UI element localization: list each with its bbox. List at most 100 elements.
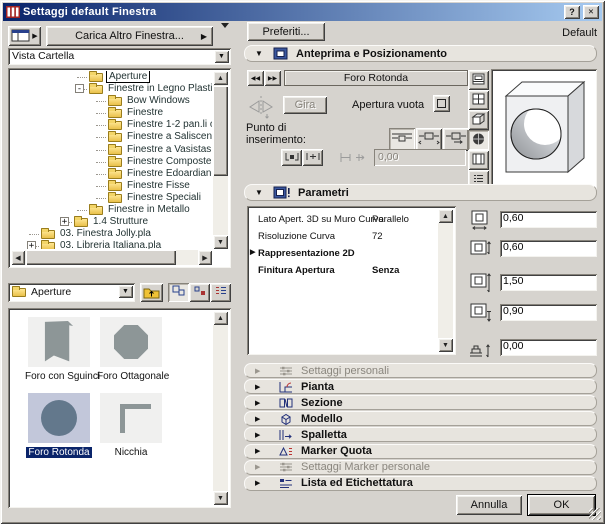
preview-mode-button-3[interactable] (468, 130, 489, 150)
view-mode-button-1[interactable] (189, 283, 210, 302)
scroll-up-icon[interactable]: ▲ (213, 71, 228, 85)
anchor-button-0[interactable] (389, 128, 415, 151)
geometry-value-input-4[interactable] (500, 339, 597, 353)
close-button[interactable]: ✕ (583, 5, 599, 19)
anchor-button-1[interactable] (416, 128, 442, 151)
help-button[interactable]: ? (564, 5, 580, 19)
tree-item-label: Finestre 1-2 pan.li oriz. (125, 119, 212, 130)
collapse-panel-button[interactable] (221, 28, 229, 40)
thumbnail-nicchia[interactable]: Nicchia (95, 393, 167, 458)
panel-lista-ed-etichettatura[interactable]: ▶Lista ed Etichettatura (244, 476, 597, 491)
geometry-value-input-2[interactable] (500, 274, 597, 288)
tree-item-finestre-in-metallo[interactable]: Finestre in Metallo (11, 204, 212, 216)
previous-object-button[interactable]: ◀◀ (247, 70, 264, 86)
thumbnail-foro-con-sguinci[interactable]: Foro con Sguinci (23, 317, 95, 382)
tree-expander-plus-icon[interactable]: + (60, 217, 69, 226)
panel-marker-quota[interactable]: ▶Marker Quota (244, 444, 597, 459)
tree-item-aperture[interactable]: Aperture (11, 71, 212, 83)
tree-item-finestre-1-2-pan-li-oriz[interactable]: Finestre 1-2 pan.li oriz. (11, 119, 212, 131)
tree-expander-minus-icon[interactable]: - (75, 84, 84, 93)
next-object-button[interactable]: ▶▶ (264, 70, 281, 86)
parameter-row-finitura-apertura[interactable]: Finitura AperturaSenza (250, 262, 437, 279)
preview-mode-button-0[interactable] (468, 70, 489, 90)
gira-button[interactable]: Gira (283, 96, 327, 114)
window-title: Settaggi default Finestra (23, 6, 561, 18)
scroll-up-icon[interactable]: ▲ (438, 209, 453, 223)
large-icons-view-icon (172, 285, 186, 300)
geometry-sill-height-icon[interactable] (468, 301, 494, 324)
scroll-up-icon[interactable]: ▲ (213, 311, 228, 325)
tree-item-03-finestra-jolly-pla[interactable]: 03. Finestra Jolly.pla (11, 228, 212, 240)
tree-item-finestre-a-vasistas[interactable]: Finestre a Vasistas (11, 144, 212, 156)
resize-grip[interactable] (589, 508, 601, 520)
panel-spalletta[interactable]: ▶Spalletta (244, 427, 597, 442)
anchor-button-2[interactable] (443, 128, 469, 151)
panel-pianta[interactable]: ▶Pianta (244, 379, 597, 394)
tree-item-finestre-in-legno-plastica[interactable]: -Finestre in Legno Plastica (11, 83, 212, 95)
tree-item-finestre-a-saliscendi[interactable]: Finestre a Saliscendi (11, 131, 212, 143)
scroll-down-icon[interactable]: ▼ (438, 338, 453, 352)
tree-item-finestre-fisse[interactable]: Finestre Fisse (11, 180, 212, 192)
tree-item-finestre-speciali[interactable]: Finestre Speciali (11, 192, 212, 204)
insertion-offset-field[interactable]: 0,00 (374, 149, 466, 166)
insertion-point-button-0[interactable] (281, 149, 302, 166)
panel-sezione[interactable]: ▶Sezione (244, 395, 597, 410)
panel-settaggi-personali[interactable]: ▶Settaggi personali (244, 363, 597, 378)
tree-item-finestre-composte[interactable]: Finestre Composte (11, 156, 212, 168)
preview-mode-button-2[interactable] (468, 110, 489, 130)
scroll-down-icon[interactable]: ▼ (213, 491, 228, 505)
chevron-down-icon[interactable]: ▼ (118, 285, 133, 298)
tree-hscroll-thumb[interactable] (26, 250, 176, 265)
apertura-vuota-button[interactable] (433, 95, 450, 112)
title-bar[interactable]: Settaggi default Finestra ? ✕ (3, 3, 602, 21)
parameter-row-rappresentazione-2d[interactable]: ▶Rappresentazione 2D (250, 245, 437, 262)
geometry-value-input-0[interactable] (500, 211, 597, 225)
load-other-window-button[interactable]: Carica Altro Finestra... ▶ (46, 26, 213, 46)
tree-item-bow-windows[interactable]: Bow Windows (11, 95, 212, 107)
geometry-header-height-icon[interactable] (468, 271, 494, 294)
thumbnail-foro-rotonda[interactable]: Foro Rotonda (23, 393, 95, 458)
view-mode-button-2[interactable] (210, 283, 231, 302)
parameter-row-lato-apert-3d-su-muro-curvo[interactable]: Lato Apert. 3D su Muro CurvoParallelo (250, 211, 437, 228)
tree-item-1-4-strutture[interactable]: +1.4 Strutture (11, 216, 212, 228)
geometry-width-icon[interactable] (468, 208, 494, 231)
current-folder-select[interactable]: Aperture ▼ (8, 283, 135, 302)
folder-up-button[interactable] (140, 283, 163, 302)
tree-item-03-libreria-italiana-pla[interactable]: +03. Libreria Italiana.pla (11, 240, 212, 249)
preview-mode-button-4[interactable] (468, 150, 489, 170)
thumbs-vscrollbar[interactable]: ▲ ▼ (213, 311, 228, 505)
scroll-right-icon[interactable]: ▶ (198, 250, 212, 265)
tree-vscrollbar[interactable]: ▲ ▼ (213, 71, 228, 249)
tree-item-finestre[interactable]: Finestre (11, 107, 212, 119)
favorites-button[interactable]: Preferiti... (247, 22, 325, 41)
tree-vscroll-thumb[interactable] (213, 86, 228, 176)
geometry-value-input-1[interactable] (500, 240, 597, 254)
thumbnail-foro-ottagonale[interactable]: Foro Ottagonale (95, 317, 167, 382)
tree-hscrollbar[interactable]: ◀ ▶ (11, 250, 212, 265)
library-tree: Aperture-Finestre in Legno PlasticaBow W… (8, 68, 231, 268)
geometry-value-input-3[interactable] (500, 304, 597, 318)
geometry-height-icon[interactable] (468, 237, 494, 260)
geometry-level-offset-icon[interactable] (468, 336, 494, 359)
params-vscrollbar[interactable]: ▲ ▼ (438, 209, 453, 352)
model-icon (277, 413, 295, 425)
expand-arrow-icon[interactable]: ▶ (250, 248, 255, 256)
tree-list: Aperture-Finestre in Legno PlasticaBow W… (11, 71, 212, 249)
panel-settaggi-marker-personale[interactable]: ▶Settaggi Marker personale (244, 460, 597, 475)
cancel-button[interactable]: Annulla (456, 495, 522, 515)
scroll-left-icon[interactable]: ◀ (11, 250, 25, 265)
tree-item-finestre-edoardiane[interactable]: Finestre Edoardiane (11, 168, 212, 180)
section-anteprima-posizionamento[interactable]: ▼ Anteprima e Posizionamento (244, 45, 597, 62)
dialog-layout-button[interactable]: ▶ (8, 26, 41, 46)
insertion-point-button-1[interactable] (302, 149, 323, 166)
parameter-row-risoluzione-curva[interactable]: Risoluzione Curva72 (250, 228, 437, 245)
scroll-down-icon[interactable]: ▼ (213, 235, 228, 249)
ok-button[interactable]: OK (528, 495, 595, 515)
tree-expander-plus-icon[interactable]: + (27, 241, 36, 249)
panel-modello[interactable]: ▶Modello (244, 411, 597, 426)
chevron-down-icon[interactable]: ▼ (214, 50, 229, 63)
section-parametri[interactable]: ▼ Parametri (244, 184, 597, 201)
preview-mode-button-1[interactable] (468, 90, 489, 110)
folder-view-select[interactable]: Vista Cartella ▼ (8, 48, 231, 65)
view-mode-button-0[interactable] (168, 283, 189, 302)
